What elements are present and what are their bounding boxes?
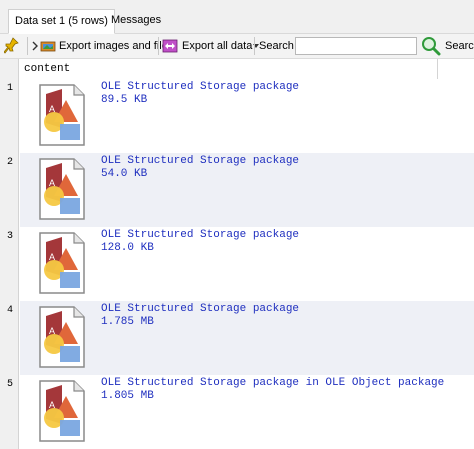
package-type: OLE Structured Storage package in OLE Ob… (101, 377, 445, 389)
package-size: 1.785 MB (101, 316, 154, 328)
table-row[interactable]: 1 A OLE Structured Storage package 89.5 … (0, 79, 474, 153)
row-number: 1 (7, 83, 14, 94)
column-header-content[interactable]: content (24, 63, 70, 75)
chevron-right-icon (32, 41, 38, 51)
table-row[interactable]: 3 A OLE Structured Storage package 128.0… (0, 227, 474, 301)
row-info: OLE Structured Storage package 1.785 MB (101, 303, 299, 329)
office-document-icon: A (39, 232, 85, 294)
row-info: OLE Structured Storage package 89.5 KB (101, 81, 299, 107)
row-number: 5 (7, 379, 14, 390)
export-all-icon (162, 39, 178, 53)
table-row[interactable]: 2 A OLE Structured Storage package 54.0 … (0, 153, 474, 227)
tab-messages[interactable]: Messages (103, 9, 169, 34)
export-images-label: Export images and files (59, 40, 174, 52)
results-grid: content 1 A OLE Structured Storage packa… (0, 59, 474, 449)
column-divider (437, 59, 438, 79)
row-info: OLE Structured Storage package 54.0 KB (101, 155, 299, 181)
toolbar: Export images and files Export all data … (0, 34, 474, 59)
tab-data-set-1[interactable]: Data set 1 (5 rows) (8, 9, 115, 34)
package-type: OLE Structured Storage package (101, 303, 300, 315)
search-label-text: Search (259, 40, 294, 52)
package-type: OLE Structured Storage package (101, 81, 300, 93)
row-number: 3 (7, 231, 14, 242)
search-label: Search (259, 34, 294, 58)
row-number: 2 (7, 157, 14, 168)
office-document-icon: A (39, 306, 85, 368)
package-size: 54.0 KB (101, 168, 148, 180)
search-input[interactable] (295, 37, 417, 55)
package-size: 1.805 MB (101, 390, 154, 402)
export-images-button[interactable]: Export images and files (32, 34, 173, 58)
pin-button[interactable] (4, 34, 20, 58)
office-document-icon: A (39, 84, 85, 146)
table-row[interactable]: 4 A OLE Structured Storage package 1.785… (0, 301, 474, 375)
package-size: 89.5 KB (101, 94, 148, 106)
package-type: OLE Structured Storage package (101, 155, 300, 167)
export-all-data-label: Export all data (182, 40, 253, 52)
table-row[interactable]: 5 A OLE Structured Storage package in OL… (0, 375, 474, 449)
search-button[interactable] (421, 34, 441, 58)
office-document-icon: A (39, 158, 85, 220)
search-button-label[interactable]: Search (445, 34, 474, 58)
row-info: OLE Structured Storage package 128.0 KB (101, 229, 299, 255)
pin-icon (4, 37, 19, 54)
export-all-data-button[interactable]: Export all data (162, 34, 260, 58)
row-info: OLE Structured Storage package in OLE Ob… (101, 377, 444, 403)
office-document-icon: A (39, 380, 85, 442)
package-type: OLE Structured Storage package (101, 229, 300, 241)
package-size: 128.0 KB (101, 242, 154, 254)
export-images-icon (40, 41, 56, 52)
tab-bar: Data set 1 (5 rows) Messages (0, 0, 474, 34)
row-number: 4 (7, 305, 14, 316)
magnifier-icon (422, 37, 441, 56)
